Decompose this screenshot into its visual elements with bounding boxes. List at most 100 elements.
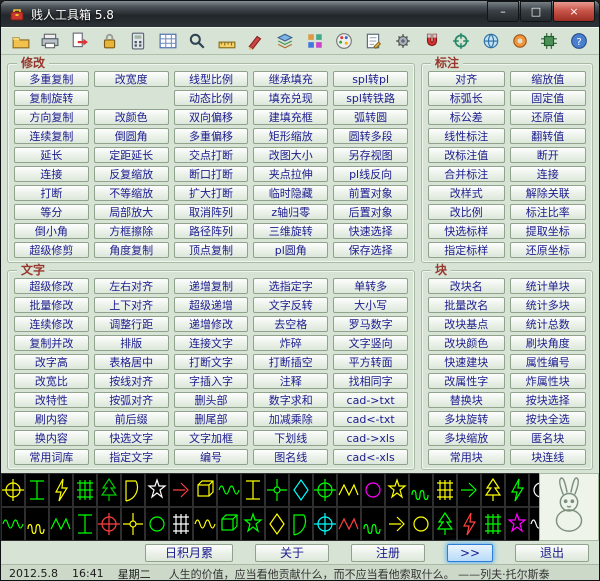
cad-symbol-grid-icon[interactable] [169, 507, 193, 541]
tool-button[interactable]: 复制并改 [14, 335, 89, 351]
tool-button[interactable]: 替换块 [428, 392, 505, 408]
tool-button[interactable]: 改颜色 [93, 109, 169, 125]
tool-button[interactable]: 属性编号 [509, 354, 586, 370]
tool-button[interactable]: pl圆角 [253, 242, 329, 258]
tool-button[interactable]: 解除关联 [509, 185, 586, 201]
tool-button[interactable]: 改块颜色 [428, 335, 505, 351]
tool-button[interactable]: 夹点拉伸 [253, 166, 329, 182]
cad-symbol-star-icon[interactable] [145, 473, 169, 507]
about-button[interactable]: 关于 [255, 543, 329, 562]
tool-button[interactable]: 快速建块 [428, 354, 505, 370]
cad-symbol-zigzag-icon[interactable] [337, 507, 361, 541]
cad-symbol-tree-icon[interactable] [97, 473, 121, 507]
tool-button[interactable]: 递增修改 [173, 316, 249, 332]
tool-button[interactable]: 多重复制 [14, 71, 89, 87]
tool-button[interactable]: 还原值 [509, 109, 586, 125]
tool-button[interactable]: 路径阵列 [173, 223, 249, 239]
layers-icon[interactable] [273, 29, 297, 53]
daily-button[interactable]: 日积月累 [145, 543, 233, 562]
titlebar[interactable]: 贱人工具箱 5.8 – □ × [1, 1, 599, 27]
tool-button[interactable]: 后置对象 [333, 204, 408, 220]
tool-button[interactable]: 局部放大 [93, 204, 169, 220]
tool-button[interactable]: 等分 [14, 204, 89, 220]
tool-button[interactable]: 编号 [173, 449, 249, 465]
tool-button[interactable]: 文字加框 [173, 430, 249, 446]
tool-button[interactable]: 按块选择 [509, 392, 586, 408]
cad-symbol-grid-icon[interactable] [433, 473, 457, 507]
tool-button[interactable]: 定距延长 [93, 147, 169, 163]
tool-button[interactable]: spl转铁路 [333, 90, 408, 106]
cad-symbol-circle-icon[interactable] [409, 507, 433, 541]
tool-button[interactable]: 改宽比 [14, 373, 89, 389]
cad-symbol-spring-icon[interactable] [409, 473, 433, 507]
export-icon[interactable] [68, 29, 92, 53]
tool-button[interactable]: 按块全选 [509, 411, 586, 427]
tool-button[interactable]: 前后缀 [93, 411, 169, 427]
tool-button[interactable]: 数字求和 [253, 392, 329, 408]
tool-button[interactable]: 上下对齐 [93, 297, 169, 313]
tool-button[interactable]: 统计总数 [509, 316, 586, 332]
tool-button[interactable]: 连续复制 [14, 128, 89, 144]
calculator-icon[interactable] [126, 29, 150, 53]
register-button[interactable]: 注册 [351, 543, 425, 562]
tool-button[interactable]: 方向复制 [14, 109, 89, 125]
cad-symbol-target-icon[interactable] [313, 473, 337, 507]
tool-button[interactable]: 标弧长 [428, 90, 505, 106]
tool-button[interactable]: 超级递增 [173, 297, 249, 313]
cad-symbol-tree-icon[interactable] [433, 507, 457, 541]
tool-button[interactable]: 字插入字 [173, 373, 249, 389]
cad-symbol-spring-icon[interactable] [25, 507, 49, 541]
tool-button[interactable]: 固定值 [509, 90, 586, 106]
tool-button[interactable]: 文字反转 [253, 297, 329, 313]
cad-symbol-arrow-icon[interactable] [457, 473, 481, 507]
tool-button[interactable]: 排版 [93, 335, 169, 351]
tool-button[interactable]: 选指定字 [253, 278, 329, 294]
tool-button[interactable]: 改图大小 [253, 147, 329, 163]
cad-symbol-target-icon[interactable] [313, 507, 337, 541]
print-icon[interactable] [38, 29, 62, 53]
tool-button[interactable]: 指定文字 [93, 449, 169, 465]
tool-button[interactable]: 前置对象 [333, 185, 408, 201]
cad-symbol-wave-icon[interactable] [217, 473, 241, 507]
tool-button[interactable]: 单转多 [333, 278, 408, 294]
tool-button[interactable]: 文字竖向 [333, 335, 408, 351]
close-button[interactable]: × [553, 1, 595, 22]
tool-button[interactable]: 弧转圆 [333, 109, 408, 125]
tool-button[interactable]: 调整行距 [93, 316, 169, 332]
cad-symbol-star-icon[interactable] [385, 473, 409, 507]
cad-symbol-zigzag-icon[interactable] [49, 507, 73, 541]
notepad-icon[interactable] [361, 29, 385, 53]
cad-symbol-grid-icon[interactable] [73, 473, 97, 507]
gear-icon[interactable] [391, 29, 415, 53]
ruler-icon[interactable] [215, 29, 239, 53]
tool-button[interactable]: 换内容 [14, 430, 89, 446]
tool-button[interactable]: 平方转面 [333, 354, 408, 370]
cad-symbol-bolt-icon[interactable] [505, 473, 529, 507]
tool-button[interactable]: 删尾部 [173, 411, 249, 427]
search-icon[interactable] [185, 29, 209, 53]
tool-button[interactable]: 常用词库 [14, 449, 89, 465]
tool-button[interactable]: 不等缩放 [93, 185, 169, 201]
tool-button[interactable]: 炸碎 [253, 335, 329, 351]
tool-button[interactable]: 改比例 [428, 204, 505, 220]
tool-button[interactable]: 继承填充 [253, 71, 329, 87]
tool-button[interactable]: 图名线 [253, 449, 329, 465]
crosshair-icon[interactable] [449, 29, 473, 53]
cad-symbol-grid-icon[interactable] [481, 507, 505, 541]
tool-button[interactable]: 表格居中 [93, 354, 169, 370]
tool-button[interactable]: cad->xls [333, 430, 408, 446]
table-icon[interactable] [156, 29, 180, 53]
tool-button[interactable]: 动态比例 [173, 90, 249, 106]
magnet-icon[interactable] [420, 29, 444, 53]
tool-button[interactable]: 圆转多段 [333, 128, 408, 144]
tool-button[interactable]: spl转pl [333, 71, 408, 87]
cad-symbol-arrow-icon[interactable] [169, 473, 193, 507]
tool-button[interactable]: cad->txt [333, 392, 408, 408]
tool-button[interactable]: 角度复制 [93, 242, 169, 258]
cad-symbol-bolt-icon[interactable] [49, 473, 73, 507]
tool-button[interactable]: 多重偏移 [173, 128, 249, 144]
cad-symbol-zigzag-icon[interactable] [337, 473, 361, 507]
tool-button[interactable]: 统计单块 [509, 278, 586, 294]
tool-button[interactable]: 左右对齐 [93, 278, 169, 294]
tool-button[interactable]: 罗马数字 [333, 316, 408, 332]
